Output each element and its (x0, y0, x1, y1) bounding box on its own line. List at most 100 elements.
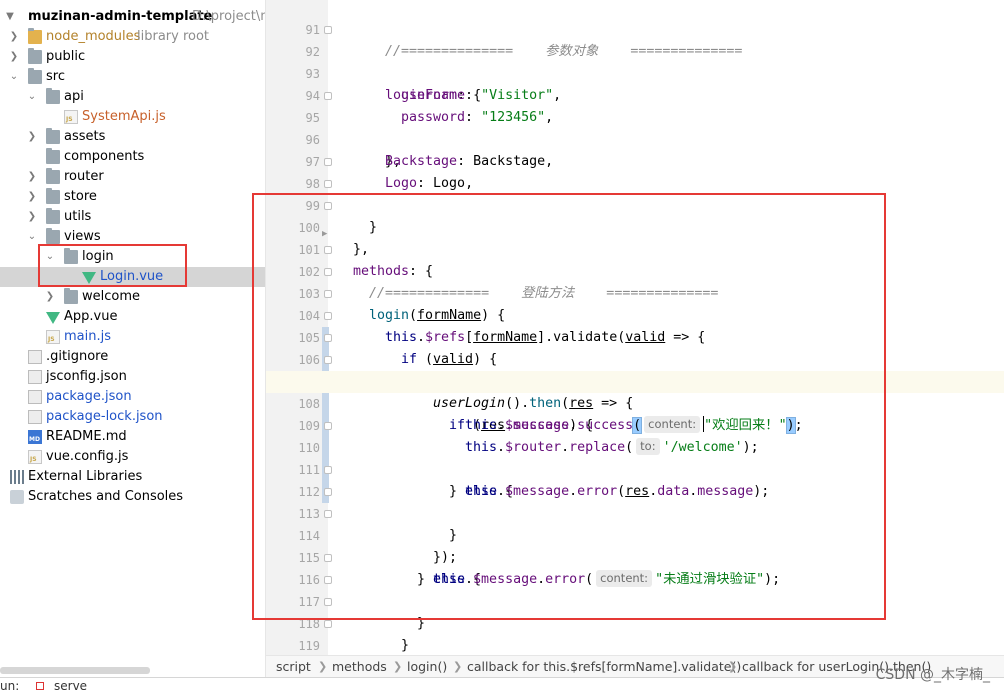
code-line[interactable]: 102 login(formName) { (266, 239, 1004, 323)
chevron-right-icon: ❯ (453, 660, 463, 673)
code-line[interactable]: 103 this.$refs[formName].validate(valid … (266, 261, 1004, 345)
tree-item-public[interactable]: ❯ public (0, 47, 265, 67)
code-line[interactable]: 111 this.$message.error(res.data.message… (266, 437, 1004, 499)
tree-item-package-json[interactable]: package.json (0, 387, 265, 407)
breadcrumb-item[interactable]: methods (332, 656, 387, 678)
fold-marker-icon[interactable] (324, 576, 332, 584)
chevron-right-icon[interactable]: ❯ (8, 27, 20, 47)
chevron-right-icon[interactable]: ❯ (26, 127, 38, 147)
folder-icon (46, 148, 60, 164)
code-line[interactable]: 101 ▶ //============= 登陆方法 =============… (266, 217, 1004, 301)
tree-item-login[interactable]: ⌄ login (0, 247, 265, 267)
code-line[interactable]: 109 this.$router.replace(to: '/welcome'); (266, 393, 1004, 455)
tree-item-components[interactable]: components (0, 147, 265, 167)
chevron-right-icon[interactable]: ❯ (26, 167, 38, 187)
tree-item-login-vue[interactable]: Login.vue (0, 267, 265, 287)
library-icon (10, 470, 24, 484)
tree-item-api[interactable]: ⌄ api (0, 87, 265, 107)
tree-item-views[interactable]: ⌄ views (0, 227, 265, 247)
fold-marker-icon[interactable] (324, 92, 332, 100)
fold-marker-icon[interactable] (324, 356, 332, 364)
chevron-right-icon[interactable]: ❯ (26, 187, 38, 207)
tree-item-project-root[interactable]: ▼ muzinan-admin-template D:\project\m (0, 7, 265, 27)
code-line[interactable]: 105 if (this.isPass) { (266, 305, 1004, 389)
tree-item-utils[interactable]: ❯ utils (0, 207, 265, 227)
fold-marker-icon[interactable] (324, 26, 332, 34)
breadcrumb-item[interactable]: login() (407, 656, 447, 678)
code-line-current[interactable]: 108 this.$message.success(content: "欢迎回来！… (266, 371, 1004, 434)
chevron-right-icon[interactable]: ❯ (26, 207, 38, 227)
code-line[interactable]: 104 if (valid) { (266, 283, 1004, 367)
project-tree[interactable]: ▼ muzinan-admin-template D:\project\m ❯ … (0, 0, 266, 693)
code-line[interactable]: 118 }); (266, 591, 1004, 631)
fold-marker-icon[interactable] (324, 312, 332, 320)
tree-item-store[interactable]: ❯ store (0, 187, 265, 207)
code-line[interactable]: 96 Backstage: Backstage, (266, 107, 1004, 169)
code-line[interactable]: 95 }, (266, 85, 1004, 169)
chevron-right-icon[interactable]: ❯ (8, 47, 20, 67)
fold-marker-icon[interactable] (324, 158, 332, 166)
tree-item-readme-md[interactable]: MD README.md (0, 427, 265, 447)
code-line[interactable]: 99 }, (266, 173, 1004, 257)
code-line[interactable]: 91 //============== 参数对象 ============== (266, 0, 1004, 59)
run-tab-serve[interactable]: serve (54, 678, 87, 694)
fold-marker-icon[interactable] (324, 466, 332, 474)
code-line[interactable]: 116 } (266, 547, 1004, 631)
tree-item-assets[interactable]: ❯ assets (0, 127, 265, 147)
tree-item-package-lock-json[interactable]: package-lock.json (0, 407, 265, 427)
fold-marker-icon[interactable] (324, 510, 332, 518)
code-line[interactable]: 98 } (266, 151, 1004, 235)
code-line[interactable]: 107 if (res.success) { (266, 349, 1004, 433)
chevron-right-icon[interactable]: ❯ (44, 287, 56, 307)
fold-marker-icon[interactable] (324, 334, 332, 342)
tree-item-vue-config-js[interactable]: JS vue.config.js (0, 447, 265, 467)
tree-horizontal-scrollbar[interactable] (0, 667, 150, 674)
code-line[interactable]: 114 } else { (266, 503, 1004, 587)
fold-marker-icon[interactable] (324, 290, 332, 298)
code-line[interactable]: 106 userLogin().then(res => { (266, 327, 1004, 411)
chevron-down-icon[interactable]: ⌄ (8, 67, 20, 87)
fold-marker-icon[interactable] (324, 180, 332, 188)
code-line[interactable]: 119 } (266, 613, 1004, 653)
code-line[interactable]: 92 loginForm: { (266, 19, 1004, 103)
code-line[interactable]: 120 (266, 635, 1004, 655)
fold-marker-icon[interactable] (324, 598, 332, 606)
tree-item-jsconfig-json[interactable]: jsconfig.json (0, 367, 265, 387)
fold-marker-icon[interactable] (324, 422, 332, 430)
tree-item-gitignore[interactable]: .gitignore (0, 347, 265, 367)
breadcrumb-item[interactable]: script (276, 656, 311, 678)
tree-item-node-modules[interactable]: ❯ node_modules library root (0, 27, 265, 47)
tree-item-src[interactable]: ⌄ src (0, 67, 265, 87)
tree-item-router[interactable]: ❯ router (0, 167, 265, 187)
code-line[interactable]: 97 Logo: Logo, (266, 129, 1004, 191)
fold-marker-icon[interactable] (324, 620, 332, 628)
tree-item-app-vue[interactable]: App.vue (0, 307, 265, 327)
tree-item-welcome[interactable]: ❯ welcome (0, 287, 265, 307)
scratch-icon (10, 490, 24, 504)
code-editor[interactable]: 91 //============== 参数对象 ============== … (266, 0, 1004, 655)
chevron-down-icon[interactable]: ⌄ (44, 247, 56, 267)
code-line[interactable]: 110 } else { (266, 415, 1004, 499)
code-line[interactable]: 115 this.$message.error(content: "未通过滑块验证… (266, 525, 1004, 587)
code-line[interactable]: 93 username: "Visitor", (266, 41, 1004, 103)
fold-marker-icon[interactable] (324, 246, 332, 254)
code-line[interactable]: 112 } (266, 459, 1004, 543)
code-line[interactable]: 94 password: "123456", (266, 63, 1004, 125)
fold-marker-icon[interactable] (324, 554, 332, 562)
tree-item-external-libraries[interactable]: ❯ External Libraries (0, 467, 265, 487)
fold-marker-icon[interactable] (324, 268, 332, 276)
breadcrumb-item[interactable]: callback for this.$refs[formName].valida… (467, 656, 741, 678)
fold-marker-icon[interactable] (324, 202, 332, 210)
tree-item-main-js[interactable]: JS main.js (0, 327, 265, 347)
chevron-down-icon[interactable]: ⌄ (26, 227, 38, 247)
code-line[interactable]: 100 methods: { (266, 195, 1004, 279)
chevron-down-icon[interactable]: ▼ (4, 7, 16, 27)
fold-marker-icon[interactable] (324, 488, 332, 496)
code-line[interactable]: 117 } (266, 569, 1004, 653)
json-file-icon (28, 370, 42, 384)
tree-item-scratches[interactable]: Scratches and Consoles (0, 487, 265, 507)
code-line[interactable]: 113 }); (266, 481, 1004, 565)
tree-item-systemapi-js[interactable]: JS SystemApi.js (0, 107, 265, 127)
run-label: un: (0, 679, 20, 693)
chevron-down-icon[interactable]: ⌄ (26, 87, 38, 107)
